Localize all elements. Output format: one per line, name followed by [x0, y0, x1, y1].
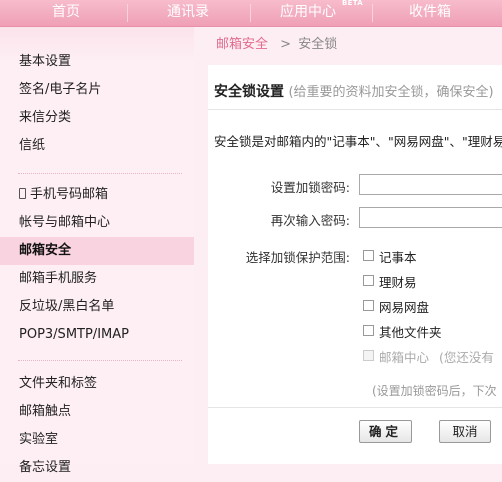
nav-tab-contacts[interactable]: 通讯录 — [150, 0, 226, 26]
other-folders-label: 其他文件夹 — [379, 325, 442, 340]
title-divider — [208, 109, 502, 110]
sidebar-divider — [18, 173, 182, 175]
sidebar-item-mailbox-security[interactable]: 邮箱安全 — [0, 237, 194, 265]
netdisk-checkbox[interactable] — [363, 300, 374, 311]
beta-badge: BETA — [342, 0, 363, 7]
sidebar-item-labs[interactable]: 实验室 — [0, 426, 194, 454]
sidebar-item-phone-mailbox[interactable]: 手机号码邮箱 — [0, 181, 194, 209]
sidebar-item-mailbox-touch[interactable]: 邮箱触点 — [0, 398, 194, 426]
sidebar-item-basic-settings[interactable]: 基本设置 — [0, 48, 194, 76]
breadcrumb-current: 安全锁 — [298, 37, 338, 52]
sidebar-item-memo-settings[interactable]: 备忘设置 — [0, 454, 194, 482]
description-text: 安全锁是对邮箱内的"记事本"、"网易网盘"、"理财易" — [214, 134, 502, 149]
sidebar-item-pop3-smtp-imap[interactable]: POP3/SMTP/IMAP — [0, 321, 194, 349]
password-label: 设置加锁密码: — [270, 180, 350, 195]
nav-separator — [250, 4, 251, 22]
breadcrumb-separator: > — [280, 37, 292, 52]
mailbox-center-note: (您还没有 — [439, 350, 494, 365]
panel-title-text: 安全锁设置 — [214, 84, 284, 100]
mobile-phone-icon — [19, 188, 26, 199]
notebook-label: 记事本 — [379, 250, 417, 265]
nav-tab-app-center-label: 应用中心 — [280, 4, 336, 20]
notebook-checkbox[interactable] — [363, 250, 374, 261]
main-content: 邮箱安全 > 安全锁 安全锁设置 (给重要的资料加安全锁，确保安全) 安全锁是对… — [194, 27, 502, 464]
nav-tab-home[interactable]: 首页 — [28, 0, 104, 26]
sidebar-item-stationery[interactable]: 信纸 — [0, 132, 194, 160]
password-input[interactable] — [359, 174, 502, 195]
scope-label: 选择加锁保护范围: — [245, 250, 350, 265]
settings-sidebar: 基本设置 签名/电子名片 来信分类 信纸 手机号码邮箱 帐号与邮箱中心 邮箱安全… — [0, 27, 194, 475]
mailbox-center-text: 邮箱中心 — [379, 350, 430, 365]
finance-checkbox[interactable] — [363, 275, 374, 286]
sidebar-item-anti-spam[interactable]: 反垃圾/黑白名单 — [0, 293, 194, 321]
confirm-password-input[interactable] — [359, 207, 502, 228]
finance-label: 理财易 — [379, 275, 417, 290]
nav-separator — [372, 4, 373, 22]
breadcrumb: 邮箱安全 > 安全锁 — [194, 27, 502, 63]
footer-divider — [208, 407, 502, 408]
confirm-password-label: 再次输入密码: — [270, 213, 350, 228]
sidebar-item-mobile-service[interactable]: 邮箱手机服务 — [0, 265, 194, 293]
mailbox-center-checkbox — [363, 350, 374, 361]
nav-tab-inbox[interactable]: 收件箱 — [392, 0, 468, 26]
netdisk-label: 网易网盘 — [379, 300, 430, 315]
security-lock-panel: 安全锁设置 (给重要的资料加安全锁，确保安全) 安全锁是对邮箱内的"记事本"、"… — [208, 65, 502, 464]
top-navigation: 首页 通讯录 应用中心 BETA 收件箱 — [0, 0, 502, 27]
nav-separator — [127, 4, 128, 22]
mailbox-center-label: 邮箱中心 (您还没有 — [379, 347, 494, 366]
sidebar-item-folders-tags[interactable]: 文件夹和标签 — [0, 370, 194, 398]
sidebar-item-account-center[interactable]: 帐号与邮箱中心 — [0, 209, 194, 237]
other-folders-checkbox[interactable] — [363, 325, 374, 336]
sidebar-item-mail-filter[interactable]: 来信分类 — [0, 104, 194, 132]
sidebar-item-label: 手机号码邮箱 — [30, 187, 109, 202]
nav-tab-app-center[interactable]: 应用中心 BETA — [270, 0, 363, 26]
panel-title: 安全锁设置 (给重要的资料加安全锁，确保安全) — [214, 81, 494, 101]
confirm-button[interactable]: 确定 — [359, 420, 412, 443]
hint-text: (设置加锁密码后，下次 — [372, 384, 497, 398]
panel-subtitle: (给重要的资料加安全锁，确保安全) — [288, 85, 494, 100]
sidebar-divider — [18, 360, 182, 362]
sidebar-item-signature[interactable]: 签名/电子名片 — [0, 76, 194, 104]
breadcrumb-parent-link[interactable]: 邮箱安全 — [216, 37, 268, 52]
cancel-button[interactable]: 取消 — [439, 420, 491, 443]
